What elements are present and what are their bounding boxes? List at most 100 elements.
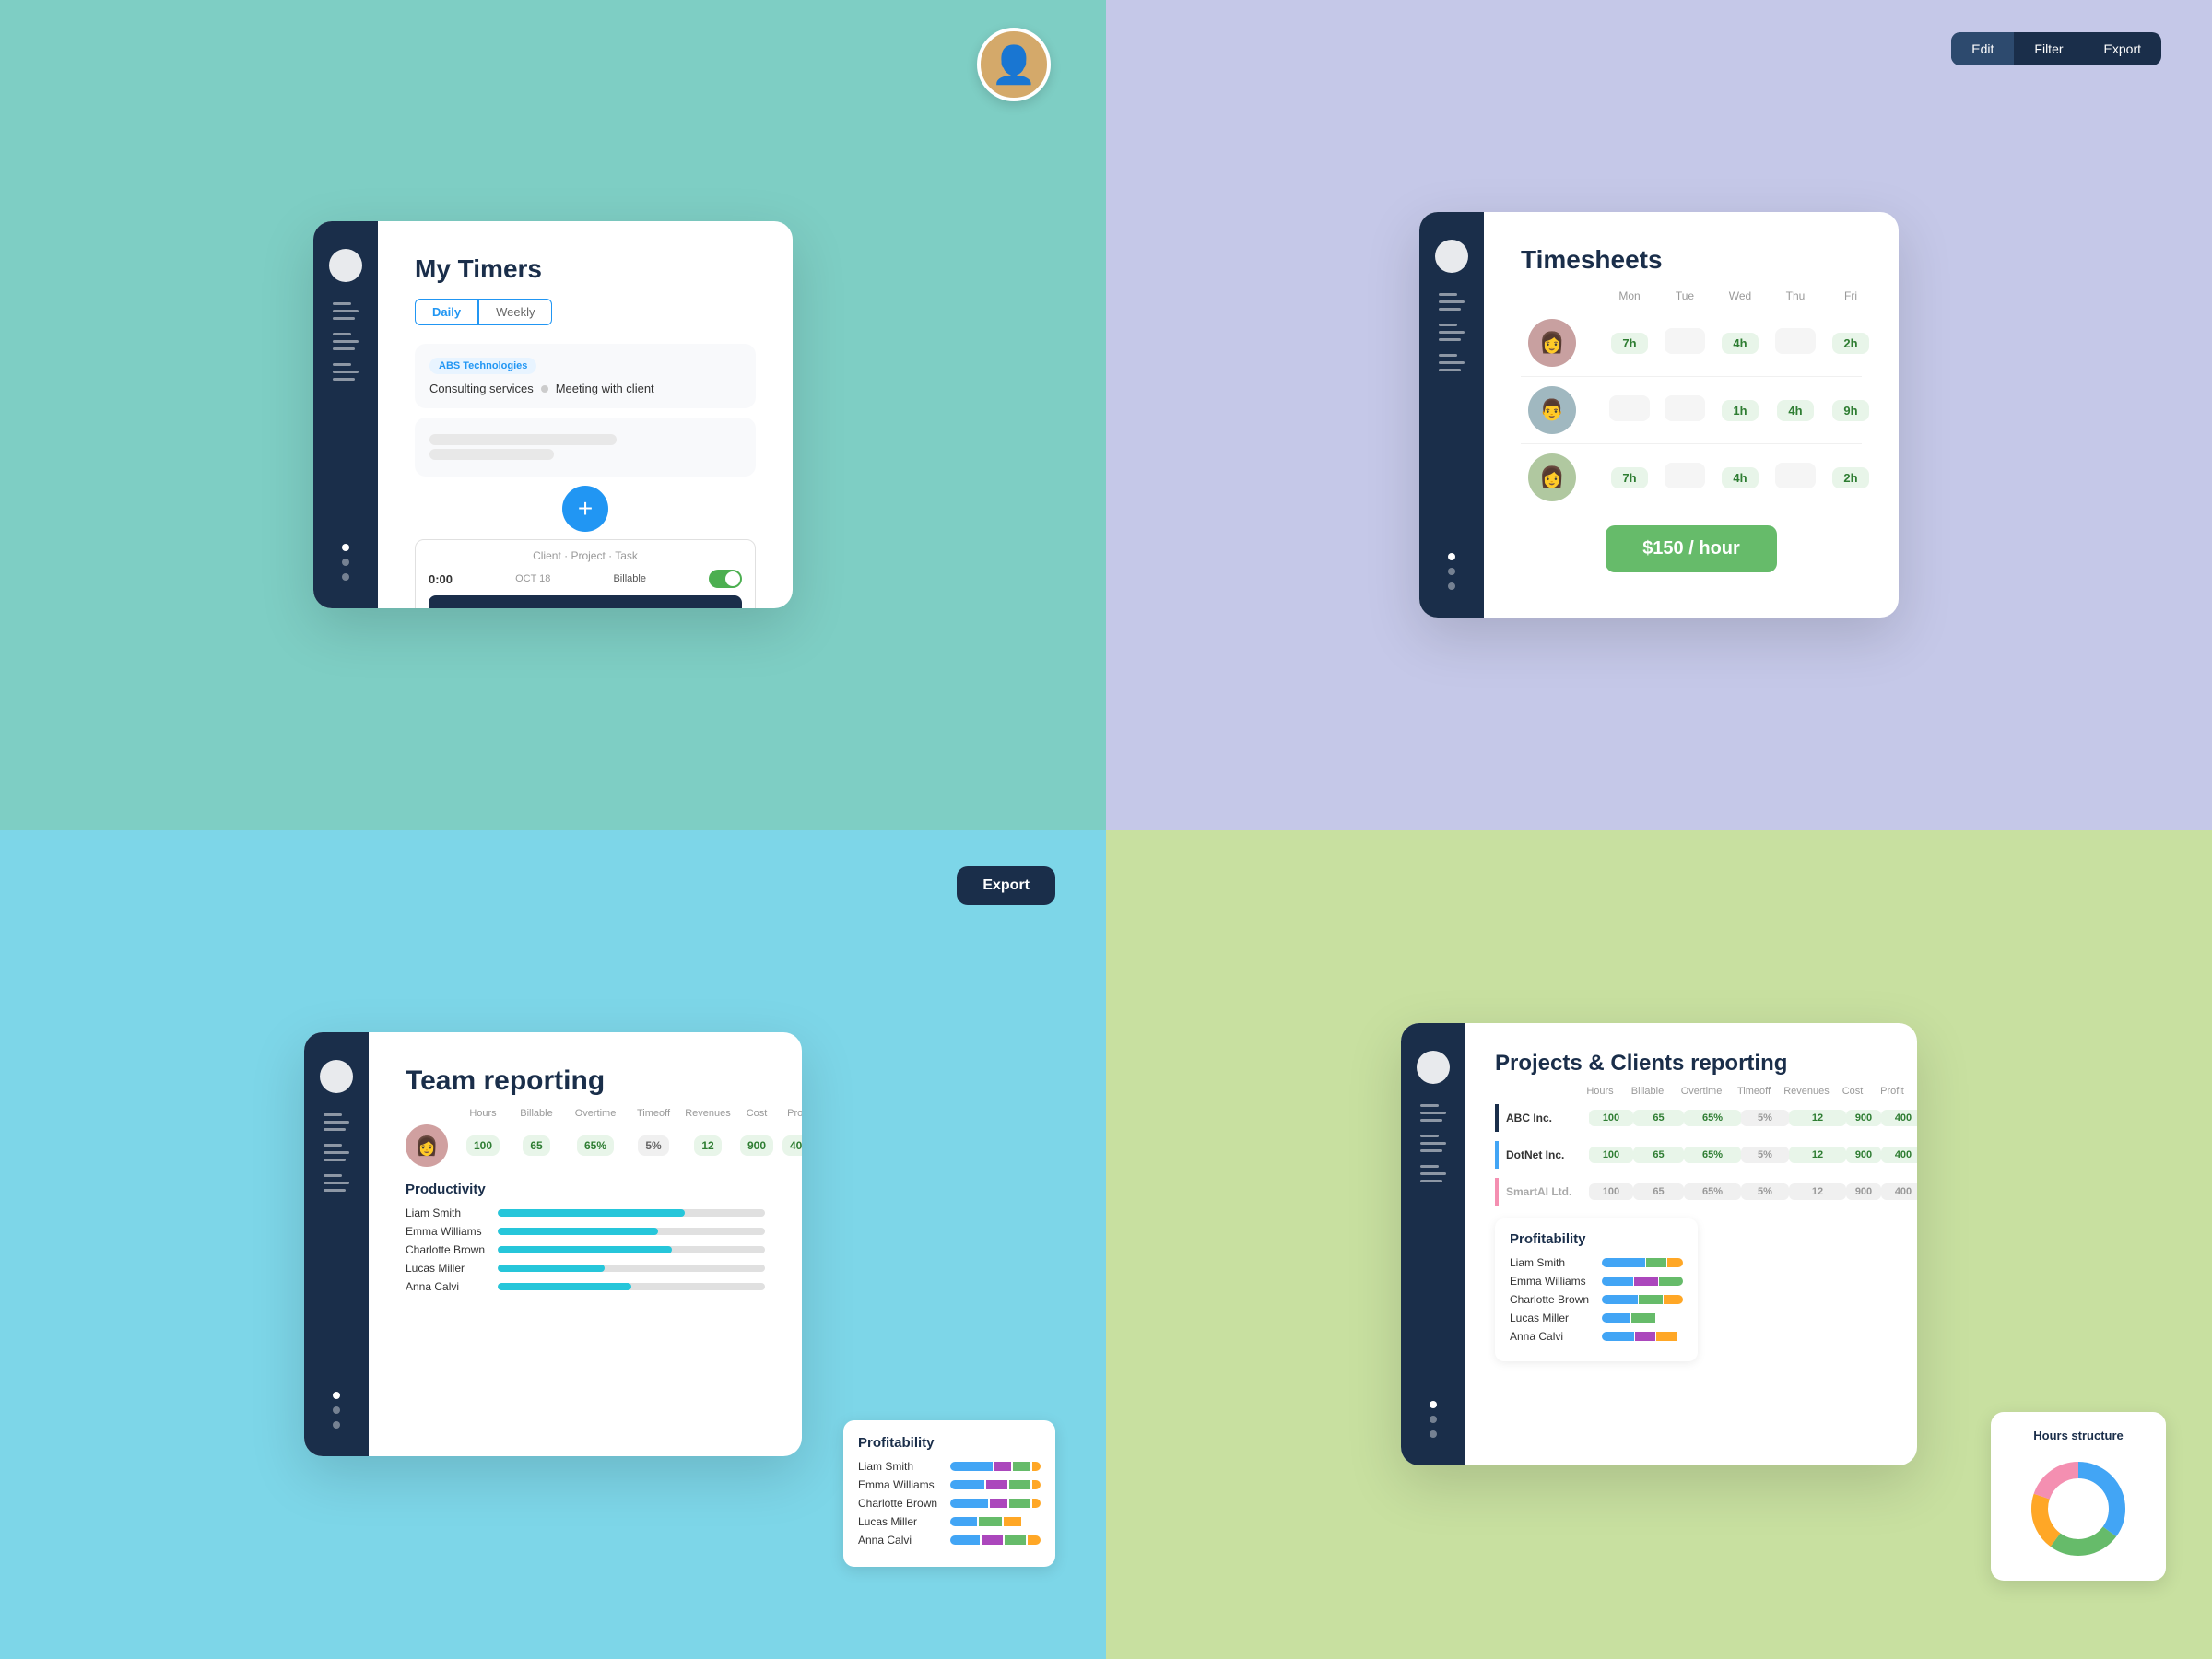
tab-weekly[interactable]: Weekly [478, 299, 552, 325]
th-hours: Hours [457, 1108, 509, 1119]
pb-purple-1 [994, 1462, 1011, 1471]
ts-cell-2-wed: 1h [1712, 400, 1768, 421]
ts-chip-1-3: 4h [1722, 333, 1758, 354]
profit-name-3: Charlotte Brown [858, 1497, 941, 1510]
prod-name-3: Charlotte Brown [406, 1243, 488, 1256]
pc-smartai-revenues: 12 [1789, 1183, 1846, 1200]
team-metric-hours: 100 [457, 1137, 509, 1154]
prod-bar-bg-3 [498, 1246, 765, 1253]
ts-col-thu: Thu [1768, 289, 1823, 302]
ts-avatar-3: 👩 [1528, 453, 1576, 501]
sidebar-icon-q3-1 [324, 1121, 349, 1124]
timesheets-content: Timesheets Mon Tue Wed Thu Fri 👩 7h [1484, 212, 1899, 618]
th-timeoff: Timeoff [627, 1108, 680, 1119]
separator-dot [541, 385, 548, 393]
team-reporting-window: Team reporting Hours Billable Overtime T… [304, 1032, 802, 1456]
pc-th-name [1495, 1086, 1578, 1097]
pc-abc-timeoff: 5% [1741, 1110, 1789, 1126]
pc-smartai-overtime: 65% [1684, 1183, 1741, 1200]
donut-chart [2023, 1453, 2134, 1564]
pcpb-5-blue [1602, 1332, 1634, 1341]
pc-section-abc: ABC Inc. 100 65 65% 5% 12 900 400 [1495, 1104, 1888, 1132]
profit-row-5: Anna Calvi [858, 1534, 1041, 1547]
prod-name-4: Lucas Miller [406, 1262, 488, 1275]
sidebar-dot-1 [342, 544, 349, 551]
timesheets-window: Timesheets Mon Tue Wed Thu Fri 👩 7h [1419, 212, 1899, 618]
pb-orange-1 [1032, 1462, 1041, 1471]
ts-cell-2-thu: 4h [1768, 400, 1823, 421]
sidebar-icon-grid [333, 371, 359, 373]
pc-abc-profit: 400 [1881, 1110, 1917, 1126]
pc-dotnet-timeoff: 5% [1741, 1147, 1789, 1163]
pcpb-3-orange [1664, 1295, 1684, 1304]
pc-abc-hours: 100 [1589, 1110, 1633, 1126]
pb-orange-3 [1032, 1499, 1041, 1508]
sidebar-logo-q3 [320, 1060, 353, 1093]
sidebar-dot-2 [342, 559, 349, 566]
ts-chip-3-5: 2h [1832, 467, 1868, 488]
desc-service: Consulting services [429, 382, 534, 395]
pcpb-4-blue [1602, 1313, 1630, 1323]
add-timer-button[interactable]: + [562, 486, 608, 532]
prod-person-2: Emma Williams [406, 1225, 765, 1238]
pc-abc-overtime: 65% [1684, 1110, 1741, 1126]
pcpb-2-blue [1602, 1277, 1633, 1286]
export-button[interactable]: Export [957, 866, 1055, 905]
hours-structure-card: Hours structure [1991, 1412, 2166, 1581]
timer-description: Consulting services Meeting with client [429, 382, 741, 395]
pcpb-1-blue [1602, 1258, 1645, 1267]
sidebar-icon-q3-3 [324, 1182, 349, 1184]
prod-bar-bg-2 [498, 1228, 765, 1235]
ts-chip-empty-2-1 [1609, 395, 1650, 421]
ts-col-fri: Fri [1823, 289, 1878, 302]
pc-abc-revenues: 12 [1789, 1110, 1846, 1126]
overtime-chip: 65% [577, 1135, 614, 1156]
pcpb-2-purple [1634, 1277, 1658, 1286]
team-metric-timeoff: 5% [627, 1137, 680, 1154]
sidebar-logo-q4 [1417, 1051, 1450, 1084]
ts-chip-empty-2-2 [1665, 395, 1705, 421]
billable-toggle[interactable] [709, 570, 742, 588]
pb-green-5 [1005, 1535, 1026, 1545]
sidebar-dots-q2 [1448, 553, 1455, 590]
quadrant-projects-clients: Projects & Clients reporting Hours Billa… [1106, 830, 2212, 1659]
pc-dotnet-billable: 65 [1633, 1147, 1684, 1163]
ts-row-2: 👨 1h 4h 9h [1521, 377, 1862, 444]
start-tracking-button[interactable]: START TRACKING [429, 595, 742, 608]
pcpb-5-orange [1656, 1332, 1677, 1341]
sidebar-q1 [313, 221, 378, 608]
pb-purple-2 [986, 1480, 1007, 1489]
ts-col-headers: Mon Tue Wed Thu Fri [1521, 289, 1862, 302]
ts-chip-empty-3-4 [1775, 463, 1816, 488]
sidebar-dot-q3-1 [333, 1392, 340, 1399]
ts-col-wed: Wed [1712, 289, 1768, 302]
toolbar-filter[interactable]: Filter [2014, 32, 2083, 65]
pc-profit-bar-4 [1602, 1313, 1683, 1323]
pc-profit-name-5: Anna Calvi [1510, 1330, 1593, 1343]
pc-content: Projects & Clients reporting Hours Billa… [1465, 1023, 1917, 1465]
billable-label: Billable [613, 573, 645, 584]
rate-button[interactable]: $150 / hour [1606, 525, 1777, 572]
pc-dotnet-cost: 900 [1846, 1147, 1881, 1163]
prod-person-4: Lucas Miller [406, 1262, 765, 1275]
pc-th-billable: Billable [1622, 1086, 1673, 1097]
sidebar-dot-q4-2 [1430, 1416, 1437, 1423]
prod-bar-5 [498, 1283, 631, 1290]
prod-bar-bg-1 [498, 1209, 765, 1217]
profit-bar-4 [950, 1517, 1041, 1526]
ts-cell-3-wed: 4h [1712, 467, 1768, 488]
desc-task: Meeting with client [556, 382, 654, 395]
sidebar-dots-q3 [333, 1392, 340, 1429]
pc-dotnet-hours: 100 [1589, 1147, 1633, 1163]
sidebar-dots [342, 544, 349, 581]
date-display: OCT 18 [515, 573, 550, 584]
pc-name-smartai: SmartAI Ltd. [1506, 1185, 1589, 1198]
toolbar-export[interactable]: Export [2084, 32, 2161, 65]
entry-selector[interactable]: Client · Project · Task [429, 549, 742, 562]
productivity-title: Productivity [406, 1182, 765, 1197]
tab-daily[interactable]: Daily [415, 299, 478, 325]
pb-orange-4 [1004, 1517, 1022, 1526]
sidebar-dot-q3-3 [333, 1421, 340, 1429]
pc-row-dotnet: DotNet Inc. 100 65 65% 5% 12 900 400 [1506, 1141, 1888, 1169]
toolbar-edit[interactable]: Edit [1951, 32, 2014, 65]
